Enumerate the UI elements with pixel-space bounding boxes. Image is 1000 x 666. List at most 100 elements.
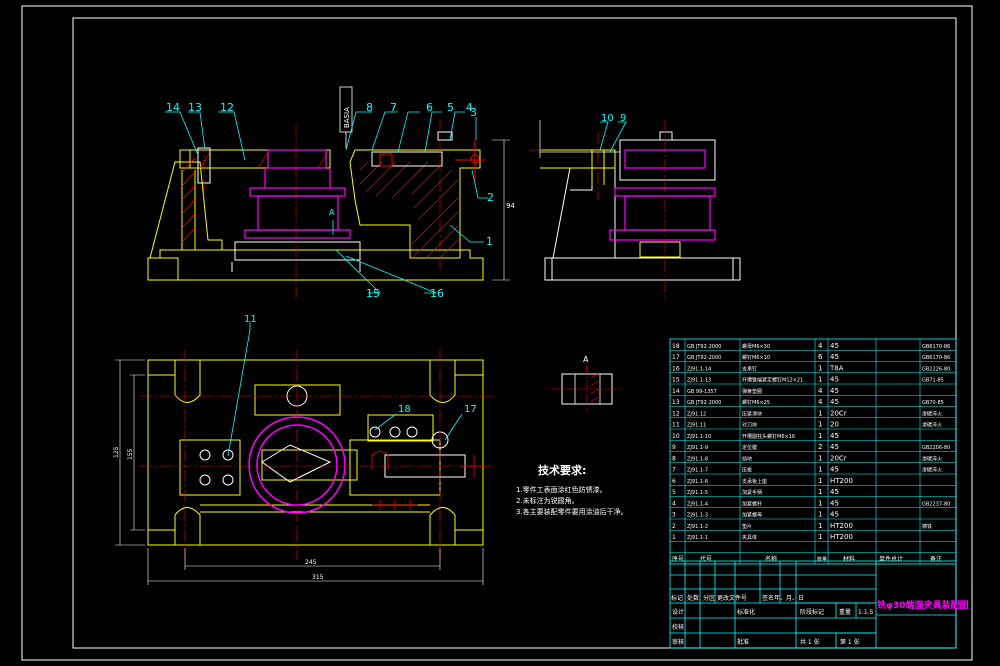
part-material: T8A <box>829 364 844 372</box>
part-note: GB2206-80 <box>922 445 950 451</box>
part-code: ZJ91.1-2 <box>687 524 708 530</box>
part-name: 支承钉 <box>742 365 757 372</box>
balloon-1: 1 <box>486 235 493 248</box>
part-no: 6 <box>672 478 676 485</box>
part-no: 9 <box>672 444 676 451</box>
tb-audit: 审核 <box>672 638 684 646</box>
tb-mark: 标记 <box>671 594 683 602</box>
part-name: 定位键 <box>742 444 757 451</box>
part-qty: 2 <box>818 443 822 451</box>
part-no: 14 <box>672 388 680 395</box>
header-material: 材料 <box>843 555 855 563</box>
part-name: 挡块 <box>742 455 752 462</box>
balloon-8: 8 <box>366 101 373 114</box>
part-name: 支承板上座 <box>742 478 767 485</box>
tech-req-item-1: 1.零件工表面涂红色防锈漆。 <box>516 485 607 494</box>
part-note: 铸铁 <box>922 523 932 530</box>
part-code: ZJ91.1-10 <box>687 434 711 440</box>
part-note: GB6170-86 <box>922 355 950 361</box>
datum-label: BASIA <box>343 107 351 128</box>
part-no: 4 <box>672 500 676 507</box>
part-code: ZJ91.1-3 <box>687 513 708 519</box>
tb-weight: 重量 <box>839 608 851 616</box>
balloon-16: 16 <box>430 287 444 300</box>
part-name: 螺钉M6×10 <box>742 354 770 361</box>
part-qty: 4 <box>818 398 823 406</box>
part-code: ZJ91.1-7 <box>687 468 708 474</box>
balloon-13: 13 <box>188 101 202 114</box>
part-code: GB JT92-2000 <box>687 400 721 406</box>
balloon-12: 12 <box>220 101 234 114</box>
tb-approve: 批准 <box>737 638 749 646</box>
part-code: ZJ91.1-6 <box>687 479 708 485</box>
part-name: 加紧螺母 <box>742 512 762 519</box>
part-name: 加紧手柄 <box>742 489 762 496</box>
part-qty: 1 <box>818 511 822 519</box>
part-qty: 1 <box>818 364 822 372</box>
tb-sheet-no: 第 1 张 <box>840 638 860 646</box>
part-code: ZJ91.1-5 <box>687 490 708 496</box>
part-name: 压板 <box>742 467 752 474</box>
part-material: 20 <box>830 421 839 429</box>
part-name: 弹簧垫圈 <box>742 388 762 395</box>
tech-req-item-2: 2.未标注为锐圆角。 <box>516 496 579 505</box>
balloon-3: 3 <box>470 106 477 119</box>
side-view: 10 9 <box>530 113 741 300</box>
part-qty: 1 <box>818 522 822 530</box>
tb-sign: 签名 <box>762 594 774 602</box>
section-a-label: A <box>583 355 589 364</box>
balloon-2: 2 <box>487 191 494 204</box>
part-no: 8 <box>672 455 676 462</box>
parts-list-table: 18 GB JT92-2000 螺母M6×30 4 45 GB6170-8617 GB JT… <box>669 338 957 565</box>
part-code: GB JT92-2000 <box>687 355 721 361</box>
drawing-canvas: 94 BASIA A 14 13 12 8 7 6 5 4 3 2 1 15 1… <box>21 5 973 661</box>
side-dimension-label: 94 <box>506 202 515 210</box>
part-no: 7 <box>672 467 676 474</box>
part-no: 2 <box>672 523 676 530</box>
header-total: 单件总计 <box>879 555 903 563</box>
part-note: GB71-85 <box>922 378 944 384</box>
datum-symbol: BASIA <box>339 86 353 148</box>
tb-count: 处数 <box>687 594 699 602</box>
tech-req-title: 技术要求: <box>538 463 586 477</box>
part-material: 45 <box>830 443 839 451</box>
part-material: 20Cr <box>830 409 847 417</box>
tb-stage: 阶段标记 <box>800 608 824 616</box>
part-no: 18 <box>672 343 680 350</box>
balloon-7: 7 <box>390 101 397 114</box>
dim-width-outer: 315 <box>312 574 324 581</box>
part-name: 加紧螺杆 <box>742 500 762 507</box>
part-note: GB2237-80 <box>922 501 950 507</box>
part-qty: 1 <box>818 466 822 474</box>
section-a-detail: A <box>552 355 622 412</box>
part-no: 11 <box>672 422 680 429</box>
part-code: ZJ91.1-13 <box>687 378 711 384</box>
part-qty: 1 <box>818 488 822 496</box>
part-qty: 1 <box>818 477 822 485</box>
part-code: ZJ91.1-4 <box>687 501 708 507</box>
part-code: GB 99-1357 <box>687 389 717 395</box>
balloon-9: 9 <box>620 113 626 124</box>
header-name: 名称 <box>765 555 777 563</box>
tb-change-doc: 更改文件号 <box>717 594 747 602</box>
technical-requirements: 技术要求: 1.零件工表面涂红色防锈漆。 2.未标注为锐圆角。 3.各主要装配零… <box>516 463 628 516</box>
part-code: ZJ91.1-8 <box>687 456 708 462</box>
tb-check: 校核 <box>672 623 684 631</box>
part-name: 螺母M6×30 <box>742 343 770 350</box>
dim-height-outer: 125 <box>113 446 120 458</box>
tb-sheets: 共 1 张 <box>800 638 820 646</box>
part-note: GB70-85 <box>922 400 944 406</box>
tb-std: 标准化 <box>737 608 755 616</box>
part-material: 45 <box>830 387 839 395</box>
part-qty: 1 <box>818 409 822 417</box>
part-no: 5 <box>672 489 676 496</box>
part-material: 20Cr <box>830 454 847 462</box>
part-qty: 1 <box>818 432 822 440</box>
part-no: 13 <box>672 399 680 406</box>
balloon-15: 15 <box>366 287 380 300</box>
tb-scale: 1:1.5 <box>858 609 874 616</box>
part-note: GB6170-86 <box>922 344 950 350</box>
drawing-frame <box>21 5 973 661</box>
part-no: 10 <box>672 433 680 440</box>
part-no: 12 <box>672 410 680 417</box>
